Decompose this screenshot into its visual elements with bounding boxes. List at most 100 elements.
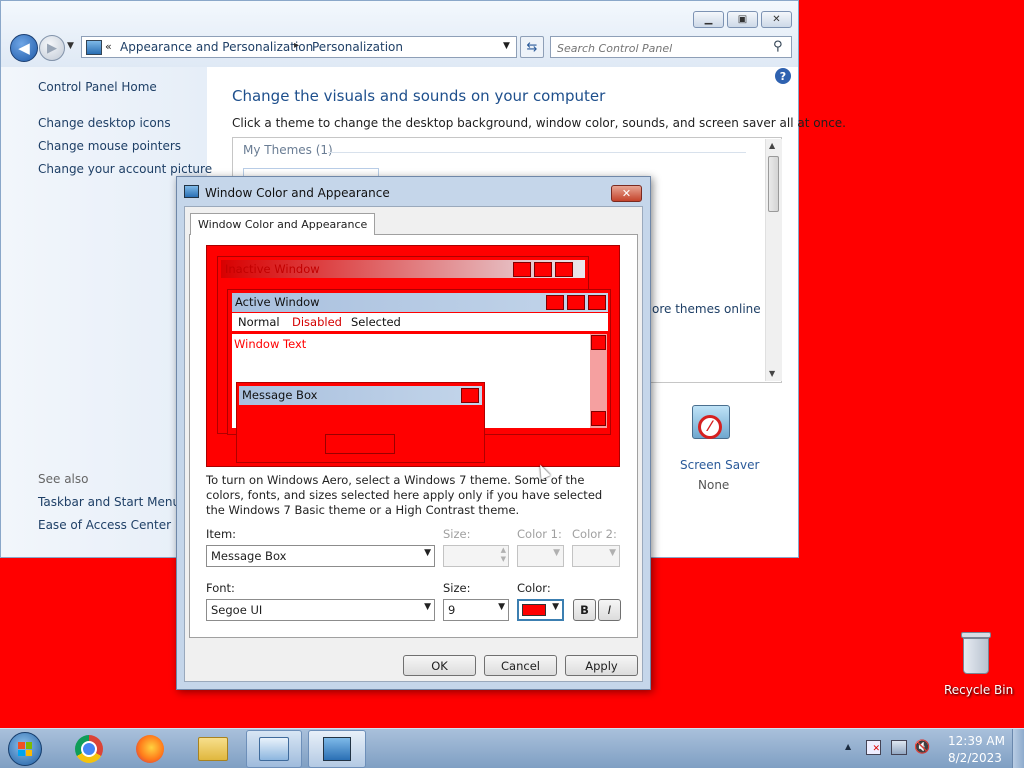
chevron-down-icon: ▼	[609, 548, 616, 558]
color1-picker[interactable]: ▼	[517, 545, 564, 567]
search-input[interactable]	[555, 39, 769, 57]
appearance-taskbar-button[interactable]	[308, 730, 366, 768]
search-control-panel[interactable]: ⚲	[550, 36, 792, 58]
color2-picker[interactable]: ▼	[572, 545, 620, 567]
menu-disabled[interactable]: Disabled	[292, 315, 342, 329]
themes-scrollbar[interactable]: ▲ ▼	[765, 139, 782, 381]
item-label: Item:	[206, 527, 237, 541]
screen-saver-value: None	[698, 478, 730, 492]
recycle-bin-label[interactable]: Recycle Bin	[944, 683, 1013, 697]
minimize-button[interactable]: ▁	[693, 11, 724, 28]
chevron-down-icon: ▼	[424, 548, 431, 558]
preview-menu-bar: Normal Disabled Selected	[232, 313, 608, 331]
breadcrumb-separator[interactable]: ▸	[294, 40, 299, 51]
my-themes-group[interactable]: My Themes (1)	[243, 143, 333, 157]
forward-arrow-icon: ▶	[47, 40, 57, 56]
font-color-picker[interactable]: ▼	[517, 599, 564, 621]
windows-logo-icon	[18, 742, 32, 756]
appearance-icon	[323, 737, 351, 761]
firefox-taskbar-button[interactable]	[127, 730, 173, 768]
message-box-titlebar: Message Box	[239, 386, 482, 405]
close-icon: ✕	[621, 187, 632, 200]
firefox-icon	[136, 735, 164, 763]
address-bar[interactable]: « Appearance and Personalization ▸ Perso…	[81, 36, 517, 58]
appearance-preview[interactable]: Inactive Window Active Window Normal Dis…	[206, 245, 620, 467]
preview-scroll-down	[591, 411, 606, 426]
ok-button[interactable]: OK	[403, 655, 476, 676]
minimize-icon: ▁	[704, 14, 713, 25]
explorer-taskbar-button[interactable]	[188, 730, 238, 768]
dialog-close-button[interactable]: ✕	[611, 185, 642, 202]
clock-time[interactable]: 12:39 AM	[948, 734, 1005, 748]
message-box-button	[325, 434, 395, 454]
show-hidden-icons-button[interactable]: ▲	[845, 742, 851, 751]
item-select-value: Message Box	[211, 549, 287, 563]
show-desktop-button[interactable]	[1012, 729, 1024, 768]
refresh-button[interactable]: ⇆	[520, 36, 544, 58]
screen-saver-icon[interactable]: ⁄	[688, 403, 734, 449]
dialog-title: Window Color and Appearance	[205, 186, 390, 200]
address-dropdown[interactable]: ▼	[503, 41, 510, 51]
action-center-icon[interactable]: ✕	[866, 740, 881, 755]
forward-button[interactable]: ▶	[39, 35, 65, 61]
cancel-button[interactable]: Cancel	[484, 655, 557, 676]
volume-muted-icon[interactable]: 🔇	[914, 740, 930, 755]
bold-button[interactable]: B	[573, 599, 596, 621]
clock-date[interactable]: 8/2/2023	[948, 751, 1002, 765]
font-size-value: 9	[448, 603, 456, 617]
font-color-label: Color:	[517, 581, 551, 595]
back-button[interactable]: ◀	[10, 34, 38, 62]
network-icon[interactable]	[891, 740, 907, 755]
taskbar-start-menu-link[interactable]: Taskbar and Start Menu	[38, 495, 180, 509]
recycle-bin-icon[interactable]	[955, 632, 995, 678]
ease-of-access-link[interactable]: Ease of Access Center	[38, 518, 171, 532]
recent-pages-dropdown[interactable]: ▼	[67, 41, 74, 51]
font-size-select[interactable]: 9 ▼	[443, 599, 509, 621]
dialog-app-icon	[184, 185, 199, 198]
screen-saver-link[interactable]: Screen Saver	[680, 458, 759, 472]
spinner-arrows-icon[interactable]: ▲ ▼	[501, 546, 506, 564]
more-themes-online-link[interactable]: ore themes online	[652, 302, 761, 316]
menu-normal[interactable]: Normal	[238, 315, 280, 329]
active-close-box	[588, 295, 606, 310]
inactive-close-box	[555, 262, 573, 277]
item-select[interactable]: Message Box ▼	[206, 545, 435, 567]
scroll-thumb[interactable]	[768, 156, 779, 212]
scroll-up-icon[interactable]: ▲	[769, 141, 775, 150]
control-panel-home-link[interactable]: Control Panel Home	[38, 80, 157, 94]
breadcrumb-overflow[interactable]: «	[105, 40, 112, 53]
close-button[interactable]: ✕	[761, 11, 792, 28]
breadcrumb-personalization[interactable]: Personalization	[312, 40, 403, 54]
maximize-button[interactable]: ▣	[727, 11, 758, 28]
item-size-spinner[interactable]: ▲ ▼	[443, 545, 509, 567]
change-desktop-icons-link[interactable]: Change desktop icons	[38, 116, 171, 130]
preview-message-box[interactable]: Message Box	[236, 382, 485, 463]
font-label: Font:	[206, 581, 235, 595]
maximize-icon: ▣	[737, 14, 748, 25]
menu-selected[interactable]: Selected	[351, 315, 401, 329]
font-select[interactable]: Segoe UI ▼	[206, 599, 435, 621]
group-divider	[328, 152, 746, 153]
breadcrumb-appearance[interactable]: Appearance and Personalization	[120, 40, 313, 54]
start-orb[interactable]	[8, 732, 42, 766]
close-icon: ✕	[772, 14, 781, 25]
tab-window-color-appearance[interactable]: Window Color and Appearance	[190, 213, 376, 235]
color2-label: Color 2:	[572, 527, 617, 541]
preview-scroll-up	[591, 335, 606, 350]
scroll-down-icon[interactable]: ▼	[769, 369, 775, 378]
help-icon[interactable]: ?	[775, 68, 791, 84]
see-also-heading: See also	[38, 472, 89, 486]
control-panel-taskbar-button[interactable]	[246, 730, 302, 768]
change-mouse-pointers-link[interactable]: Change mouse pointers	[38, 139, 181, 153]
control-panel-icon	[86, 40, 102, 55]
font-select-value: Segoe UI	[211, 603, 263, 617]
apply-button[interactable]: Apply	[565, 655, 638, 676]
search-icon[interactable]: ⚲	[773, 39, 783, 54]
italic-button[interactable]: I	[598, 599, 621, 621]
preview-inactive-titlebar: Inactive Window	[221, 260, 585, 278]
chrome-taskbar-button[interactable]	[66, 730, 112, 768]
color1-label: Color 1:	[517, 527, 562, 541]
page-subtitle: Click a theme to change the desktop back…	[232, 116, 846, 130]
change-account-picture-link[interactable]: Change your account picture	[38, 162, 212, 176]
font-size-label: Size:	[443, 581, 471, 595]
